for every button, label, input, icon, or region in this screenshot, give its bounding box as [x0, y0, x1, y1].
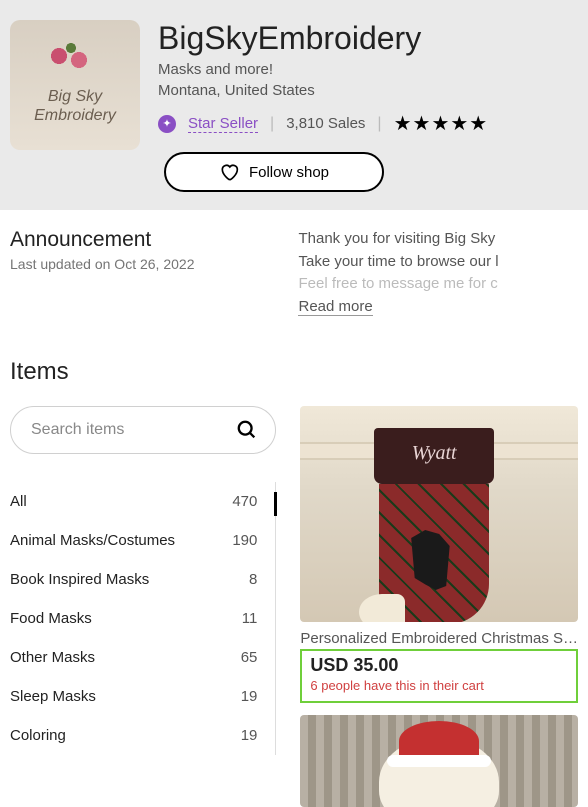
shop-name: BigSkyEmbroidery: [158, 20, 488, 57]
announcement-date: Last updated on Oct 26, 2022: [10, 256, 194, 272]
category-all[interactable]: All470: [10, 482, 275, 521]
star-seller-link[interactable]: Star Seller: [188, 115, 258, 133]
category-list: All470 Animal Masks/Costumes190 Book Ins…: [10, 482, 276, 755]
star-seller-icon: ✦: [158, 115, 176, 133]
category-sleep-masks[interactable]: Sleep Masks19: [10, 677, 275, 716]
product-image-santa-mask[interactable]: [300, 715, 578, 807]
announcement-text-3: Feel free to message me for c: [298, 273, 578, 296]
product-image-stocking[interactable]: Wyatt: [300, 406, 578, 622]
follow-label: Follow shop: [249, 164, 329, 181]
divider: |: [377, 115, 381, 133]
read-more-link[interactable]: Read more: [298, 298, 372, 316]
announcement-heading: Announcement: [10, 228, 194, 252]
category-animal-masks[interactable]: Animal Masks/Costumes190: [10, 521, 275, 560]
shop-location: Montana, United States: [158, 82, 488, 99]
category-book-masks[interactable]: Book Inspired Masks8: [10, 560, 275, 599]
follow-shop-button[interactable]: Follow shop: [164, 152, 384, 192]
price-highlight-box: USD 35.00 6 people have this in their ca…: [300, 649, 578, 703]
cart-note: 6 people have this in their cart: [310, 678, 568, 693]
announcement-text-2: Take your time to browse our l: [298, 251, 578, 274]
product-price: USD 35.00: [310, 655, 568, 676]
rating-stars: ★★★★★: [394, 111, 489, 136]
stocking-name: Wyatt: [374, 428, 494, 465]
shop-tagline: Masks and more!: [158, 61, 488, 78]
category-coloring[interactable]: Coloring19: [10, 716, 275, 755]
announcement-text-1: Thank you for visiting Big Sky: [298, 228, 578, 251]
shop-logo-text: Big Sky Embroidery: [10, 87, 140, 125]
product-title[interactable]: Personalized Embroidered Christmas S…: [300, 630, 578, 647]
shop-logo[interactable]: Big Sky Embroidery: [10, 20, 140, 150]
category-food-masks[interactable]: Food Masks11: [10, 599, 275, 638]
search-icon[interactable]: [236, 419, 258, 441]
items-heading: Items: [0, 318, 588, 406]
divider: |: [270, 115, 274, 133]
sales-count: 3,810 Sales: [286, 115, 365, 132]
category-other-masks[interactable]: Other Masks65: [10, 638, 275, 677]
heart-icon: [219, 162, 239, 182]
